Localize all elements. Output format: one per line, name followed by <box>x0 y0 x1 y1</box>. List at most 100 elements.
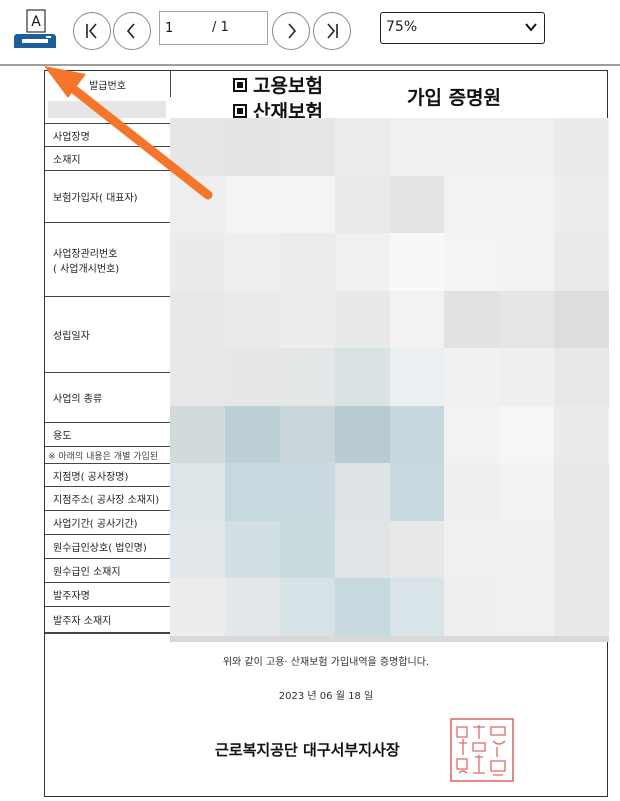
mosaic-tile <box>224 463 280 521</box>
mosaic-tile <box>499 233 555 291</box>
chevron-right-icon <box>288 23 297 39</box>
label-established-date: 성립일자 <box>45 297 171 373</box>
issue-date: 2023 년 06 월 18 일 <box>278 691 374 702</box>
pdf-toolbar: A / 1 75% <box>0 0 620 66</box>
first-page-button[interactable] <box>73 12 111 50</box>
checkbox-icon <box>233 103 247 118</box>
mosaic-tile <box>554 405 609 464</box>
page-number-box: / 1 <box>159 11 268 45</box>
mosaic-tile <box>499 348 555 406</box>
mosaic-tile <box>554 348 609 406</box>
mosaic-tile <box>334 578 390 636</box>
document-title: 가입 증명원 <box>407 87 502 109</box>
mosaic-tile <box>554 175 609 234</box>
mosaic-tile <box>554 233 609 291</box>
employment-insurance-text: 고용보험 <box>253 75 323 97</box>
mosaic-tile <box>170 175 225 234</box>
label-business-name: 사업장명 <box>45 123 171 147</box>
label-business-period: 사업기간( 공사기간) <box>45 511 171 535</box>
mosaic-tile <box>334 233 390 291</box>
mosaic-tile <box>444 118 500 176</box>
prev-page-button[interactable] <box>113 12 151 50</box>
mosaic-tile <box>389 175 445 234</box>
mosaic-tile <box>170 578 225 636</box>
mosaic-tile <box>224 405 280 464</box>
label-address: 소재지 <box>45 147 171 171</box>
mosaic-tile <box>224 175 280 234</box>
mosaic-tile <box>499 175 555 234</box>
mosaic-tile <box>389 233 445 291</box>
note-text: ※ 아래의 내용은 개별 가입된 <box>45 447 171 464</box>
mosaic-tile <box>334 405 390 464</box>
last-page-icon <box>327 23 338 39</box>
mosaic-tile <box>279 118 335 176</box>
mosaic-tile <box>554 118 609 176</box>
employment-insurance-line: 고용보험 <box>233 71 323 98</box>
label-client-address: 발주자 소재지 <box>45 607 171 633</box>
mosaic-tile <box>444 405 500 464</box>
zoom-select[interactable]: 75% <box>380 12 545 44</box>
label-insured: 보험가입자( 대표자) <box>45 171 171 223</box>
print-button[interactable]: A <box>12 8 58 52</box>
mosaic-tile <box>554 290 609 349</box>
mosaic-tile <box>279 290 335 349</box>
printer-icon: A <box>14 9 56 48</box>
mosaic-tile <box>279 463 335 521</box>
official-seal-icon <box>450 718 514 782</box>
mosaic-tile <box>499 405 555 464</box>
mosaic-tile <box>334 175 390 234</box>
mosaic-tile <box>334 520 390 579</box>
mosaic-tile <box>389 118 445 176</box>
issuer-name: 근로복지공단 대구서부지사장 <box>215 741 400 759</box>
mosaic-tile <box>170 233 225 291</box>
mosaic-tile <box>334 290 390 349</box>
mosaic-tile <box>279 175 335 234</box>
mosaic-tile <box>389 463 445 521</box>
next-page-button[interactable] <box>272 12 310 50</box>
chevron-down-icon <box>525 23 537 32</box>
mosaic-tile <box>170 118 225 176</box>
label-branch-name: 지점명( 공사장명) <box>45 464 171 487</box>
mosaic-tile <box>224 520 280 579</box>
mosaic-tile <box>499 520 555 579</box>
mosaic-tile <box>334 463 390 521</box>
mosaic-tile <box>554 578 609 636</box>
mosaic-tile <box>334 118 390 176</box>
mosaic-tile <box>279 405 335 464</box>
mosaic-tile <box>279 578 335 636</box>
mosaic-tile <box>444 520 500 579</box>
mosaic-tile <box>224 348 280 406</box>
label-management-number: 사업장관리번호 ( 사업개시번호) <box>45 223 171 297</box>
mosaic-tile <box>444 175 500 234</box>
page-number-input[interactable] <box>161 13 211 43</box>
label-branch-address: 지점주소( 공사장 소재지) <box>45 487 171 511</box>
mosaic-tile <box>170 348 225 406</box>
mosaic-tile <box>224 118 280 176</box>
reg-number-value <box>48 101 166 118</box>
mosaic-tile <box>389 578 445 636</box>
redacted-content-area <box>170 118 609 642</box>
mosaic-tile <box>444 348 500 406</box>
mosaic-tile <box>444 463 500 521</box>
mosaic-tile <box>334 348 390 406</box>
mosaic-tile <box>170 520 225 579</box>
mosaic-tile <box>499 463 555 521</box>
first-page-icon <box>86 23 97 39</box>
mosaic-tile <box>224 578 280 636</box>
mosaic-tile <box>224 233 280 291</box>
page-total: / 1 <box>212 20 229 35</box>
label-contractor-name: 원수급인상호( 법인명) <box>45 535 171 559</box>
mosaic-tile <box>444 578 500 636</box>
mosaic-tile <box>554 520 609 579</box>
mosaic-tile <box>170 463 225 521</box>
last-page-button[interactable] <box>313 12 351 50</box>
label-client-name: 발주자명 <box>45 583 171 607</box>
mosaic-tile <box>170 290 225 349</box>
mosaic-tile <box>170 405 225 464</box>
mosaic-tile <box>279 348 335 406</box>
mosaic-tile <box>499 290 555 349</box>
mosaic-tile <box>554 463 609 521</box>
confirm-text: 위와 같이 고용· 산재보험 가입내역을 증명합니다. <box>222 657 430 668</box>
label-business-type: 사업의 종류 <box>45 373 171 423</box>
mosaic-tile <box>499 118 555 176</box>
